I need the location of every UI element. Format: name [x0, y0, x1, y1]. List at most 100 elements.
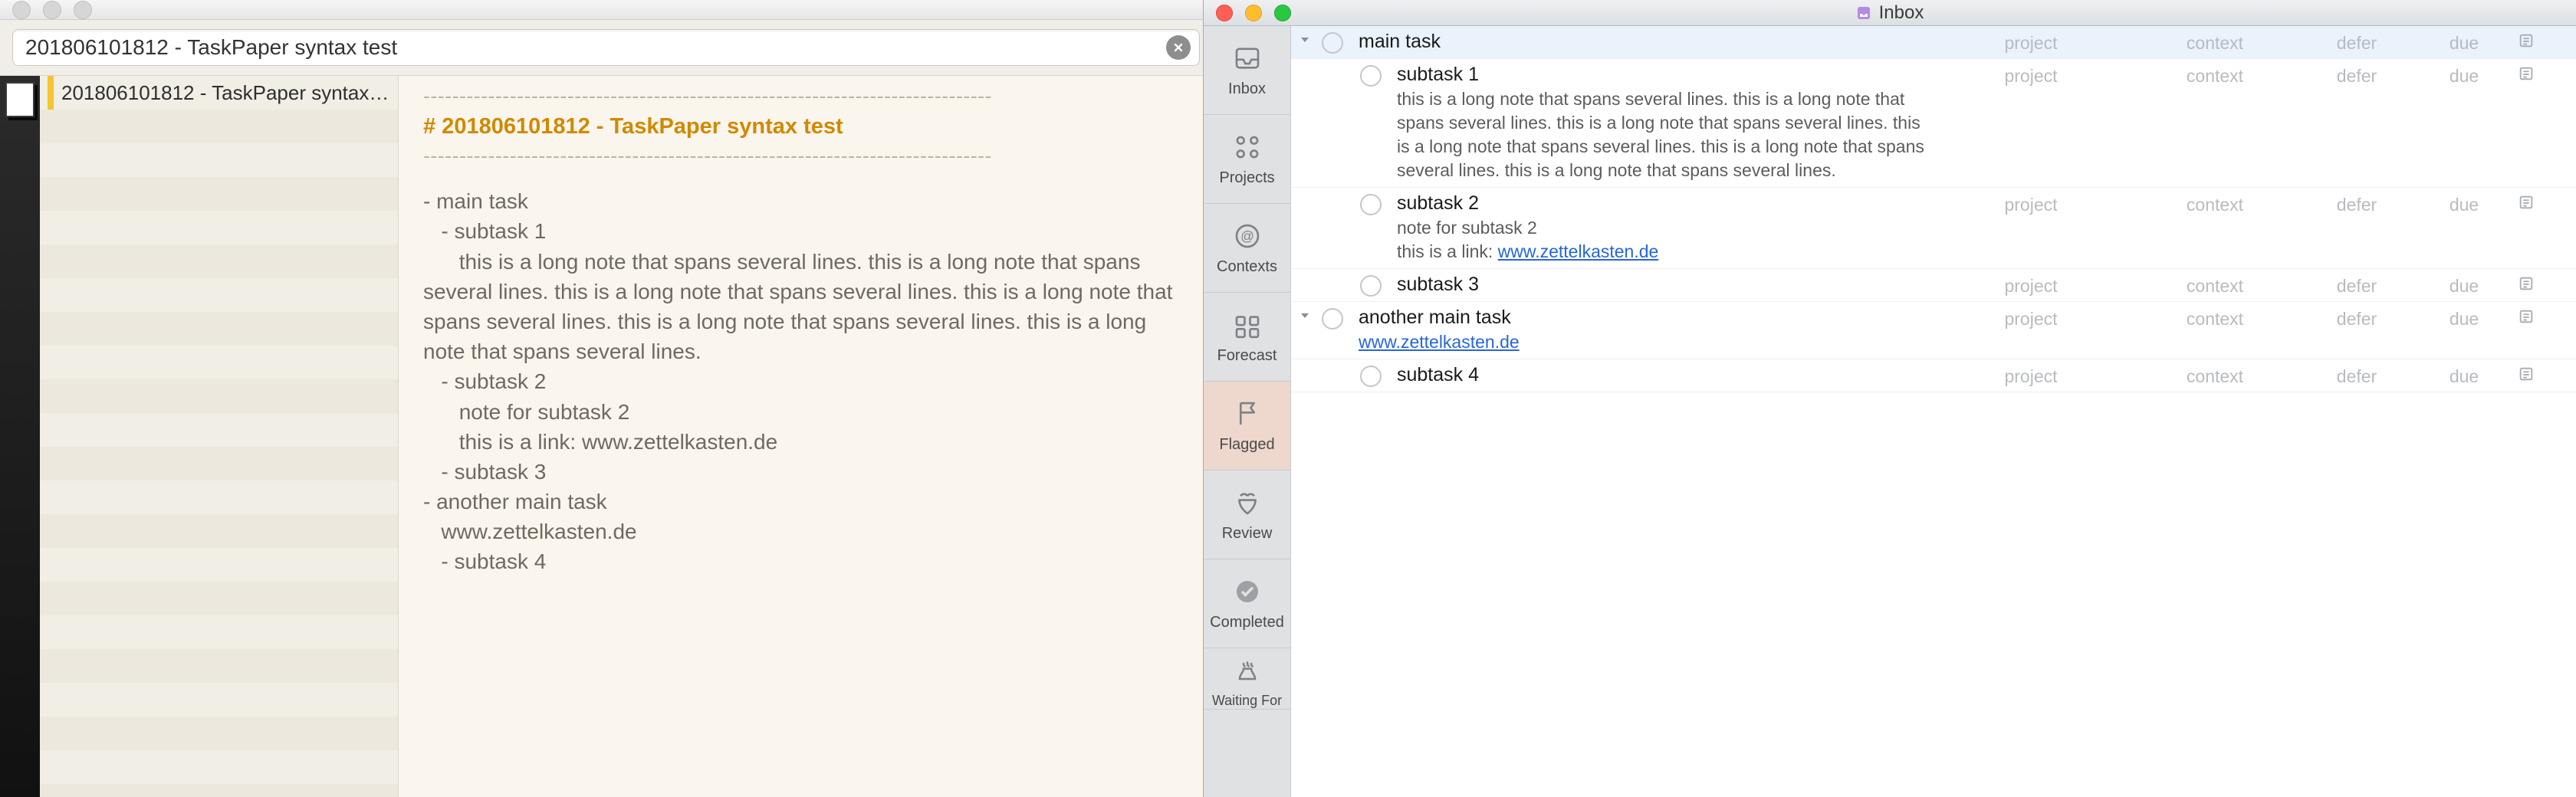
task-meta: projectcontextdeferdue — [1935, 364, 2564, 387]
task-title[interactable]: subtask 2 — [1397, 192, 1935, 215]
task-row[interactable]: subtask 1this is a long note that spans … — [1291, 59, 2576, 188]
task-meta: projectcontextdeferdue — [1935, 64, 2564, 87]
file-marker-icon — [48, 76, 54, 110]
col-due[interactable]: due — [2410, 33, 2518, 54]
col-context[interactable]: context — [2127, 66, 2303, 87]
col-defer[interactable]: defer — [2303, 309, 2410, 330]
col-defer[interactable]: defer — [2303, 195, 2410, 215]
note-body[interactable]: - main task - subtask 1 this is a long n… — [423, 186, 1178, 576]
col-due[interactable]: due — [2410, 195, 2518, 215]
contexts-icon: @ — [1231, 220, 1263, 252]
sidebar-tab-label: Projects — [1219, 169, 1274, 187]
search-input[interactable] — [12, 29, 1200, 66]
task-note[interactable]: note for subtask 2this is a link: www.ze… — [1397, 216, 1935, 264]
omnifocus-window: Inbox Inbox — [1204, 0, 2576, 797]
task-title[interactable]: main task — [1359, 31, 1935, 53]
task-row[interactable]: subtask 3projectcontextdeferdue — [1291, 269, 2576, 302]
task-checkbox[interactable] — [1360, 366, 1382, 387]
col-context[interactable]: context — [2127, 276, 2303, 297]
task-checkbox[interactable] — [1360, 275, 1382, 297]
col-project[interactable]: project — [1935, 276, 2127, 297]
minimize-icon[interactable] — [1245, 5, 1262, 21]
col-defer[interactable]: defer — [2303, 33, 2410, 54]
col-context[interactable]: context — [2127, 195, 2303, 215]
traffic-lights-inactive — [12, 1, 92, 19]
minimize-icon[interactable] — [43, 1, 61, 19]
task-meta: projectcontextdeferdue — [1935, 31, 2564, 54]
sidebar-tab-label: Forecast — [1217, 347, 1277, 365]
task-title[interactable]: another main task — [1359, 307, 1935, 329]
task-title[interactable]: subtask 4 — [1397, 364, 1935, 386]
note-toggle-icon[interactable] — [2518, 366, 2564, 387]
sidebar-tab-forecast[interactable]: Forecast — [1204, 293, 1290, 382]
task-title[interactable]: subtask 3 — [1397, 274, 1935, 296]
disclosure-triangle-icon[interactable] — [1299, 31, 1322, 46]
col-due[interactable]: due — [2410, 66, 2518, 87]
projects-icon — [1231, 131, 1263, 163]
page-thumb-icon[interactable] — [5, 82, 34, 117]
col-project[interactable]: project — [1935, 195, 2127, 215]
disclosure-triangle-icon — [1299, 64, 1322, 67]
col-context[interactable]: context — [2127, 366, 2303, 387]
task-row[interactable]: another main taskwww.zettelkasten.deproj… — [1291, 302, 2576, 359]
col-due[interactable]: due — [2410, 309, 2518, 330]
note-heading: # 201806101812 - TaskPaper syntax test — [423, 111, 1178, 143]
editor-window: 201806101812 - TaskPaper syntax… -------… — [0, 0, 1204, 797]
task-row[interactable]: main taskprojectcontextdeferdue — [1291, 26, 2576, 59]
col-due[interactable]: due — [2410, 366, 2518, 387]
traffic-lights — [1216, 5, 1291, 21]
task-note[interactable]: this is a long note that spans several l… — [1397, 87, 1935, 182]
col-context[interactable]: context — [2127, 309, 2303, 330]
note-toggle-icon[interactable] — [2518, 32, 2564, 54]
clear-search-icon[interactable] — [1166, 35, 1191, 60]
zoom-icon[interactable] — [1274, 5, 1291, 21]
note-toggle-icon[interactable] — [2518, 65, 2564, 87]
note-toggle-icon[interactable] — [2518, 308, 2564, 330]
perspective-sidebar: Inbox Projects @ Cont — [1204, 26, 1291, 797]
sidebar-tab-review[interactable]: Review — [1204, 471, 1290, 559]
sidebar-tab-contexts[interactable]: @ Contexts — [1204, 204, 1290, 293]
file-list-item[interactable]: 201806101812 - TaskPaper syntax… — [40, 76, 398, 110]
task-meta: projectcontextdeferdue — [1935, 307, 2564, 330]
file-item-title: 201806101812 - TaskPaper syntax… — [61, 81, 389, 105]
editor-pane[interactable]: ----------------------------------------… — [399, 76, 1203, 797]
col-defer[interactable]: defer — [2303, 66, 2410, 87]
search-bar — [0, 20, 1203, 76]
sidebar-tab-label: Inbox — [1228, 80, 1266, 98]
note-toggle-icon[interactable] — [2518, 275, 2564, 297]
sidebar-tab-projects[interactable]: Projects — [1204, 115, 1290, 204]
zoom-icon[interactable] — [74, 1, 92, 19]
sidebar-tab-label: Contexts — [1217, 258, 1277, 276]
disclosure-triangle-icon — [1299, 192, 1322, 195]
col-project[interactable]: project — [1935, 309, 2127, 330]
sidebar-tab-flagged[interactable]: Flagged — [1204, 382, 1290, 471]
task-checkbox[interactable] — [1360, 65, 1382, 87]
note-toggle-icon[interactable] — [2518, 194, 2564, 215]
col-defer[interactable]: defer — [2303, 276, 2410, 297]
col-context[interactable]: context — [2127, 33, 2303, 54]
col-project[interactable]: project — [1935, 33, 2127, 54]
col-project[interactable]: project — [1935, 66, 2127, 87]
task-meta: projectcontextdeferdue — [1935, 192, 2564, 215]
col-project[interactable]: project — [1935, 366, 2127, 387]
col-due[interactable]: due — [2410, 276, 2518, 297]
task-checkbox[interactable] — [1360, 194, 1382, 215]
disclosure-triangle-icon[interactable] — [1299, 307, 1322, 322]
sidebar-tab-waiting[interactable]: Waiting For — [1204, 648, 1290, 710]
task-row[interactable]: subtask 4projectcontextdeferdue — [1291, 359, 2576, 392]
sidebar-tab-label: Completed — [1210, 614, 1284, 631]
task-checkbox[interactable] — [1322, 308, 1343, 330]
sidebar-tab-label: Flagged — [1219, 436, 1274, 454]
close-icon[interactable] — [12, 1, 31, 19]
task-row[interactable]: subtask 2note for subtask 2this is a lin… — [1291, 188, 2576, 269]
hr-dashes-top: ----------------------------------------… — [423, 82, 1178, 111]
sidebar-tab-inbox[interactable]: Inbox — [1204, 26, 1290, 115]
completed-icon — [1231, 576, 1263, 608]
task-checkbox[interactable] — [1322, 32, 1343, 54]
task-title[interactable]: subtask 1 — [1397, 64, 1935, 86]
sidebar-tab-completed[interactable]: Completed — [1204, 559, 1290, 648]
task-note[interactable]: www.zettelkasten.de — [1359, 330, 1935, 354]
sidebar-tab-label: Review — [1222, 525, 1273, 543]
col-defer[interactable]: defer — [2303, 366, 2410, 387]
close-icon[interactable] — [1216, 5, 1233, 21]
